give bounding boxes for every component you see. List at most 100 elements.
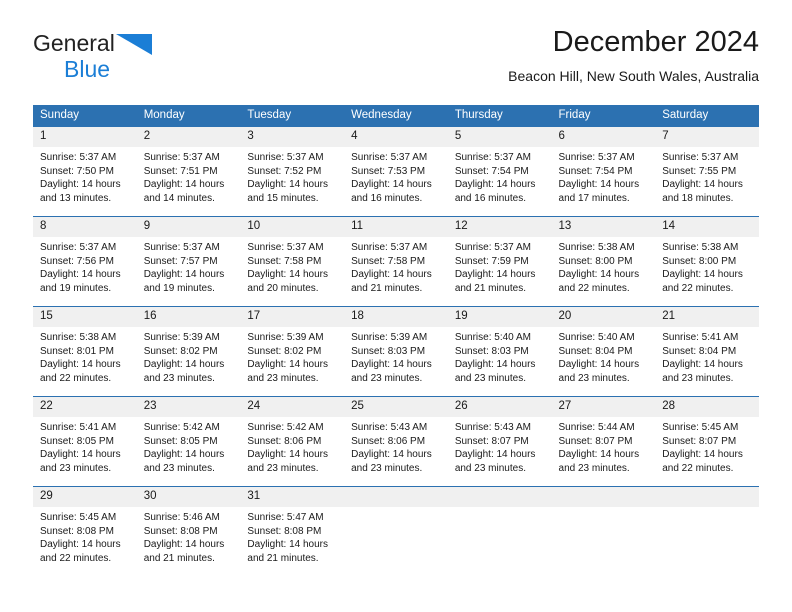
day-sun-info: Sunrise: 5:39 AM Sunset: 8:02 PM Daylight:… xyxy=(240,327,344,385)
day-sun-info: Sunrise: 5:37 AM Sunset: 7:58 PM Daylight:… xyxy=(344,237,448,295)
day-cell-content: 31 Sunrise: 5:47 AM Sunset: 8:08 PM Dayligh… xyxy=(240,487,345,576)
day-daylight1-text: Daylight: 14 hours xyxy=(40,359,121,371)
day-number: 26 xyxy=(447,397,552,417)
calendar-day-cell[interactable]: 20 Sunrise: 5:40 AM Sunset: 8:04 PM Dayligh… xyxy=(551,306,656,397)
calendar-day-cell[interactable]: 6 Sunrise: 5:37 AM Sunset: 7:54 PM Daylight… xyxy=(551,126,656,217)
brand-logo[interactable]: General Blue xyxy=(33,30,233,88)
day-daylight2-text: and 23 minutes. xyxy=(247,462,319,474)
brand-name-general: General xyxy=(33,30,115,56)
calendar-day-cell[interactable]: 9 Sunrise: 5:37 AM Sunset: 7:57 PM Daylight… xyxy=(136,216,241,307)
day-sun-info: Sunrise: 5:37 AM Sunset: 7:51 PM Daylight:… xyxy=(137,147,241,205)
day-number: 21 xyxy=(655,307,759,327)
day-number: 29 xyxy=(33,487,137,507)
day-cell-content: 4 Sunrise: 5:37 AM Sunset: 7:53 PM Daylight… xyxy=(344,127,448,216)
triangle-icon xyxy=(115,34,152,60)
day-daylight2-text: and 22 minutes. xyxy=(40,552,112,564)
calendar-day-cell[interactable]: 31 Sunrise: 5:47 AM Sunset: 8:08 PM Dayligh… xyxy=(240,486,345,576)
day-cell-content: 1 Sunrise: 5:37 AM Sunset: 7:50 PM Daylight… xyxy=(33,127,137,216)
day-daylight1-text: Daylight: 14 hours xyxy=(40,449,121,461)
day-number: 17 xyxy=(240,307,345,327)
calendar-day-cell[interactable]: 27 Sunrise: 5:44 AM Sunset: 8:07 PM Dayligh… xyxy=(551,396,656,487)
calendar-day-cell[interactable]: 30 Sunrise: 5:46 AM Sunset: 8:08 PM Dayligh… xyxy=(136,486,241,576)
day-daylight1-text: Daylight: 14 hours xyxy=(247,179,329,191)
day-daylight1-text: Daylight: 14 hours xyxy=(247,539,329,551)
calendar-day-cell[interactable]: 25 Sunrise: 5:43 AM Sunset: 8:06 PM Dayligh… xyxy=(344,396,448,487)
day-sunset-text: Sunset: 7:50 PM xyxy=(40,165,114,177)
calendar-day-cell[interactable]: 28 Sunrise: 5:45 AM Sunset: 8:07 PM Dayligh… xyxy=(655,396,759,487)
day-sunrise-text: Sunrise: 5:37 AM xyxy=(247,242,324,253)
day-sun-info: Sunrise: 5:45 AM Sunset: 8:08 PM Daylight:… xyxy=(33,507,137,565)
day-sunset-text: Sunset: 8:02 PM xyxy=(247,345,322,357)
day-daylight1-text: Daylight: 14 hours xyxy=(558,179,640,191)
calendar-day-cell[interactable]: 29 Sunrise: 5:45 AM Sunset: 8:08 PM Dayligh… xyxy=(33,486,137,576)
calendar-day-cell[interactable]: 19 Sunrise: 5:40 AM Sunset: 8:03 PM Dayligh… xyxy=(447,306,552,397)
day-sunset-text: Sunset: 8:08 PM xyxy=(40,525,114,537)
day-number: 14 xyxy=(655,217,759,237)
day-sun-info: Sunrise: 5:37 AM Sunset: 7:57 PM Daylight:… xyxy=(137,237,241,295)
calendar-day-cell[interactable]: 4 Sunrise: 5:37 AM Sunset: 7:53 PM Daylight… xyxy=(344,126,448,217)
day-sunset-text: Sunset: 7:58 PM xyxy=(351,255,426,267)
day-cell-content: 30 Sunrise: 5:46 AM Sunset: 8:08 PM Dayligh… xyxy=(136,487,241,576)
calendar-empty-cell xyxy=(344,486,448,576)
day-sun-info: Sunrise: 5:37 AM Sunset: 7:59 PM Daylight:… xyxy=(448,237,552,295)
calendar-day-cell[interactable]: 2 Sunrise: 5:37 AM Sunset: 7:51 PM Daylight… xyxy=(136,126,241,217)
day-sunrise-text: Sunrise: 5:47 AM xyxy=(247,512,324,523)
day-sunset-text: Sunset: 7:57 PM xyxy=(143,255,218,267)
calendar-day-cell[interactable]: 26 Sunrise: 5:43 AM Sunset: 8:07 PM Dayligh… xyxy=(447,396,552,487)
day-number: 27 xyxy=(551,397,656,417)
calendar-day-cell[interactable]: 12 Sunrise: 5:37 AM Sunset: 7:59 PM Dayligh… xyxy=(447,216,552,307)
day-number: 4 xyxy=(344,127,448,147)
calendar-day-cell[interactable]: 17 Sunrise: 5:39 AM Sunset: 8:02 PM Dayligh… xyxy=(240,306,345,397)
calendar-week-row: 1 Sunrise: 5:37 AM Sunset: 7:50 PM Daylight… xyxy=(33,126,759,217)
calendar-day-cell[interactable]: 24 Sunrise: 5:42 AM Sunset: 8:06 PM Dayligh… xyxy=(240,396,345,487)
day-daylight2-text: and 22 minutes. xyxy=(662,462,734,474)
calendar-day-cell[interactable]: 8 Sunrise: 5:37 AM Sunset: 7:56 PM Daylight… xyxy=(33,216,137,307)
day-sun-info: Sunrise: 5:40 AM Sunset: 8:03 PM Daylight:… xyxy=(448,327,552,385)
day-cell-content: 3 Sunrise: 5:37 AM Sunset: 7:52 PM Daylight… xyxy=(240,127,345,216)
calendar-day-cell[interactable]: 16 Sunrise: 5:39 AM Sunset: 8:02 PM Dayligh… xyxy=(136,306,241,397)
day-sun-info: Sunrise: 5:42 AM Sunset: 8:06 PM Daylight:… xyxy=(240,417,344,475)
calendar-body: 1 Sunrise: 5:37 AM Sunset: 7:50 PM Daylight… xyxy=(33,126,759,576)
day-sunset-text: Sunset: 8:04 PM xyxy=(558,345,633,357)
calendar-day-cell[interactable]: 23 Sunrise: 5:42 AM Sunset: 8:05 PM Dayligh… xyxy=(136,396,241,487)
calendar-day-cell[interactable]: 21 Sunrise: 5:41 AM Sunset: 8:04 PM Dayligh… xyxy=(655,306,759,397)
day-daylight2-text: and 23 minutes. xyxy=(351,372,423,384)
calendar-empty-cell xyxy=(447,486,552,576)
day-number: 11 xyxy=(344,217,448,237)
day-cell-content: 24 Sunrise: 5:42 AM Sunset: 8:06 PM Dayligh… xyxy=(240,397,345,486)
day-sunset-text: Sunset: 7:51 PM xyxy=(143,165,218,177)
calendar-day-cell[interactable]: 7 Sunrise: 5:37 AM Sunset: 7:55 PM Daylight… xyxy=(655,126,759,217)
day-sunrise-text: Sunrise: 5:37 AM xyxy=(558,152,635,163)
day-sunset-text: Sunset: 7:53 PM xyxy=(351,165,426,177)
day-sunset-text: Sunset: 7:56 PM xyxy=(40,255,114,267)
calendar-day-cell[interactable]: 22 Sunrise: 5:41 AM Sunset: 8:05 PM Dayligh… xyxy=(33,396,137,487)
calendar-day-cell[interactable]: 18 Sunrise: 5:39 AM Sunset: 8:03 PM Dayligh… xyxy=(344,306,448,397)
calendar-day-cell[interactable]: 5 Sunrise: 5:37 AM Sunset: 7:54 PM Daylight… xyxy=(447,126,552,217)
day-number: 13 xyxy=(551,217,656,237)
calendar-day-cell[interactable]: 3 Sunrise: 5:37 AM Sunset: 7:52 PM Daylight… xyxy=(240,126,345,217)
day-number xyxy=(447,487,552,507)
day-sunset-text: Sunset: 7:55 PM xyxy=(662,165,737,177)
day-sunrise-text: Sunrise: 5:37 AM xyxy=(454,242,531,253)
day-sunset-text: Sunset: 8:01 PM xyxy=(40,345,114,357)
day-sun-info xyxy=(655,507,759,511)
calendar-day-cell[interactable]: 10 Sunrise: 5:37 AM Sunset: 7:58 PM Dayligh… xyxy=(240,216,345,307)
calendar-day-cell[interactable]: 11 Sunrise: 5:37 AM Sunset: 7:58 PM Dayligh… xyxy=(344,216,448,307)
day-daylight2-text: and 21 minutes. xyxy=(454,282,526,294)
day-sun-info: Sunrise: 5:43 AM Sunset: 8:06 PM Daylight:… xyxy=(344,417,448,475)
calendar-day-cell[interactable]: 15 Sunrise: 5:38 AM Sunset: 8:01 PM Dayligh… xyxy=(33,306,137,397)
weekday-header-thursday: Thursday xyxy=(447,105,552,127)
day-daylight2-text: and 17 minutes. xyxy=(558,192,630,204)
day-sunrise-text: Sunrise: 5:39 AM xyxy=(247,332,324,343)
day-daylight2-text: and 13 minutes. xyxy=(40,192,112,204)
day-sunrise-text: Sunrise: 5:45 AM xyxy=(662,422,739,433)
day-sunrise-text: Sunrise: 5:39 AM xyxy=(143,332,220,343)
weekday-header-sunday: Sunday xyxy=(33,105,137,127)
calendar-day-cell[interactable]: 14 Sunrise: 5:38 AM Sunset: 8:00 PM Dayligh… xyxy=(655,216,759,307)
day-sun-info: Sunrise: 5:37 AM Sunset: 7:54 PM Daylight:… xyxy=(552,147,656,205)
day-daylight1-text: Daylight: 14 hours xyxy=(351,269,432,281)
weekday-header-tuesday: Tuesday xyxy=(240,105,345,127)
calendar-day-cell[interactable]: 13 Sunrise: 5:38 AM Sunset: 8:00 PM Dayligh… xyxy=(551,216,656,307)
day-daylight2-text: and 16 minutes. xyxy=(351,192,423,204)
calendar-day-cell[interactable]: 1 Sunrise: 5:37 AM Sunset: 7:50 PM Daylight… xyxy=(33,126,137,217)
